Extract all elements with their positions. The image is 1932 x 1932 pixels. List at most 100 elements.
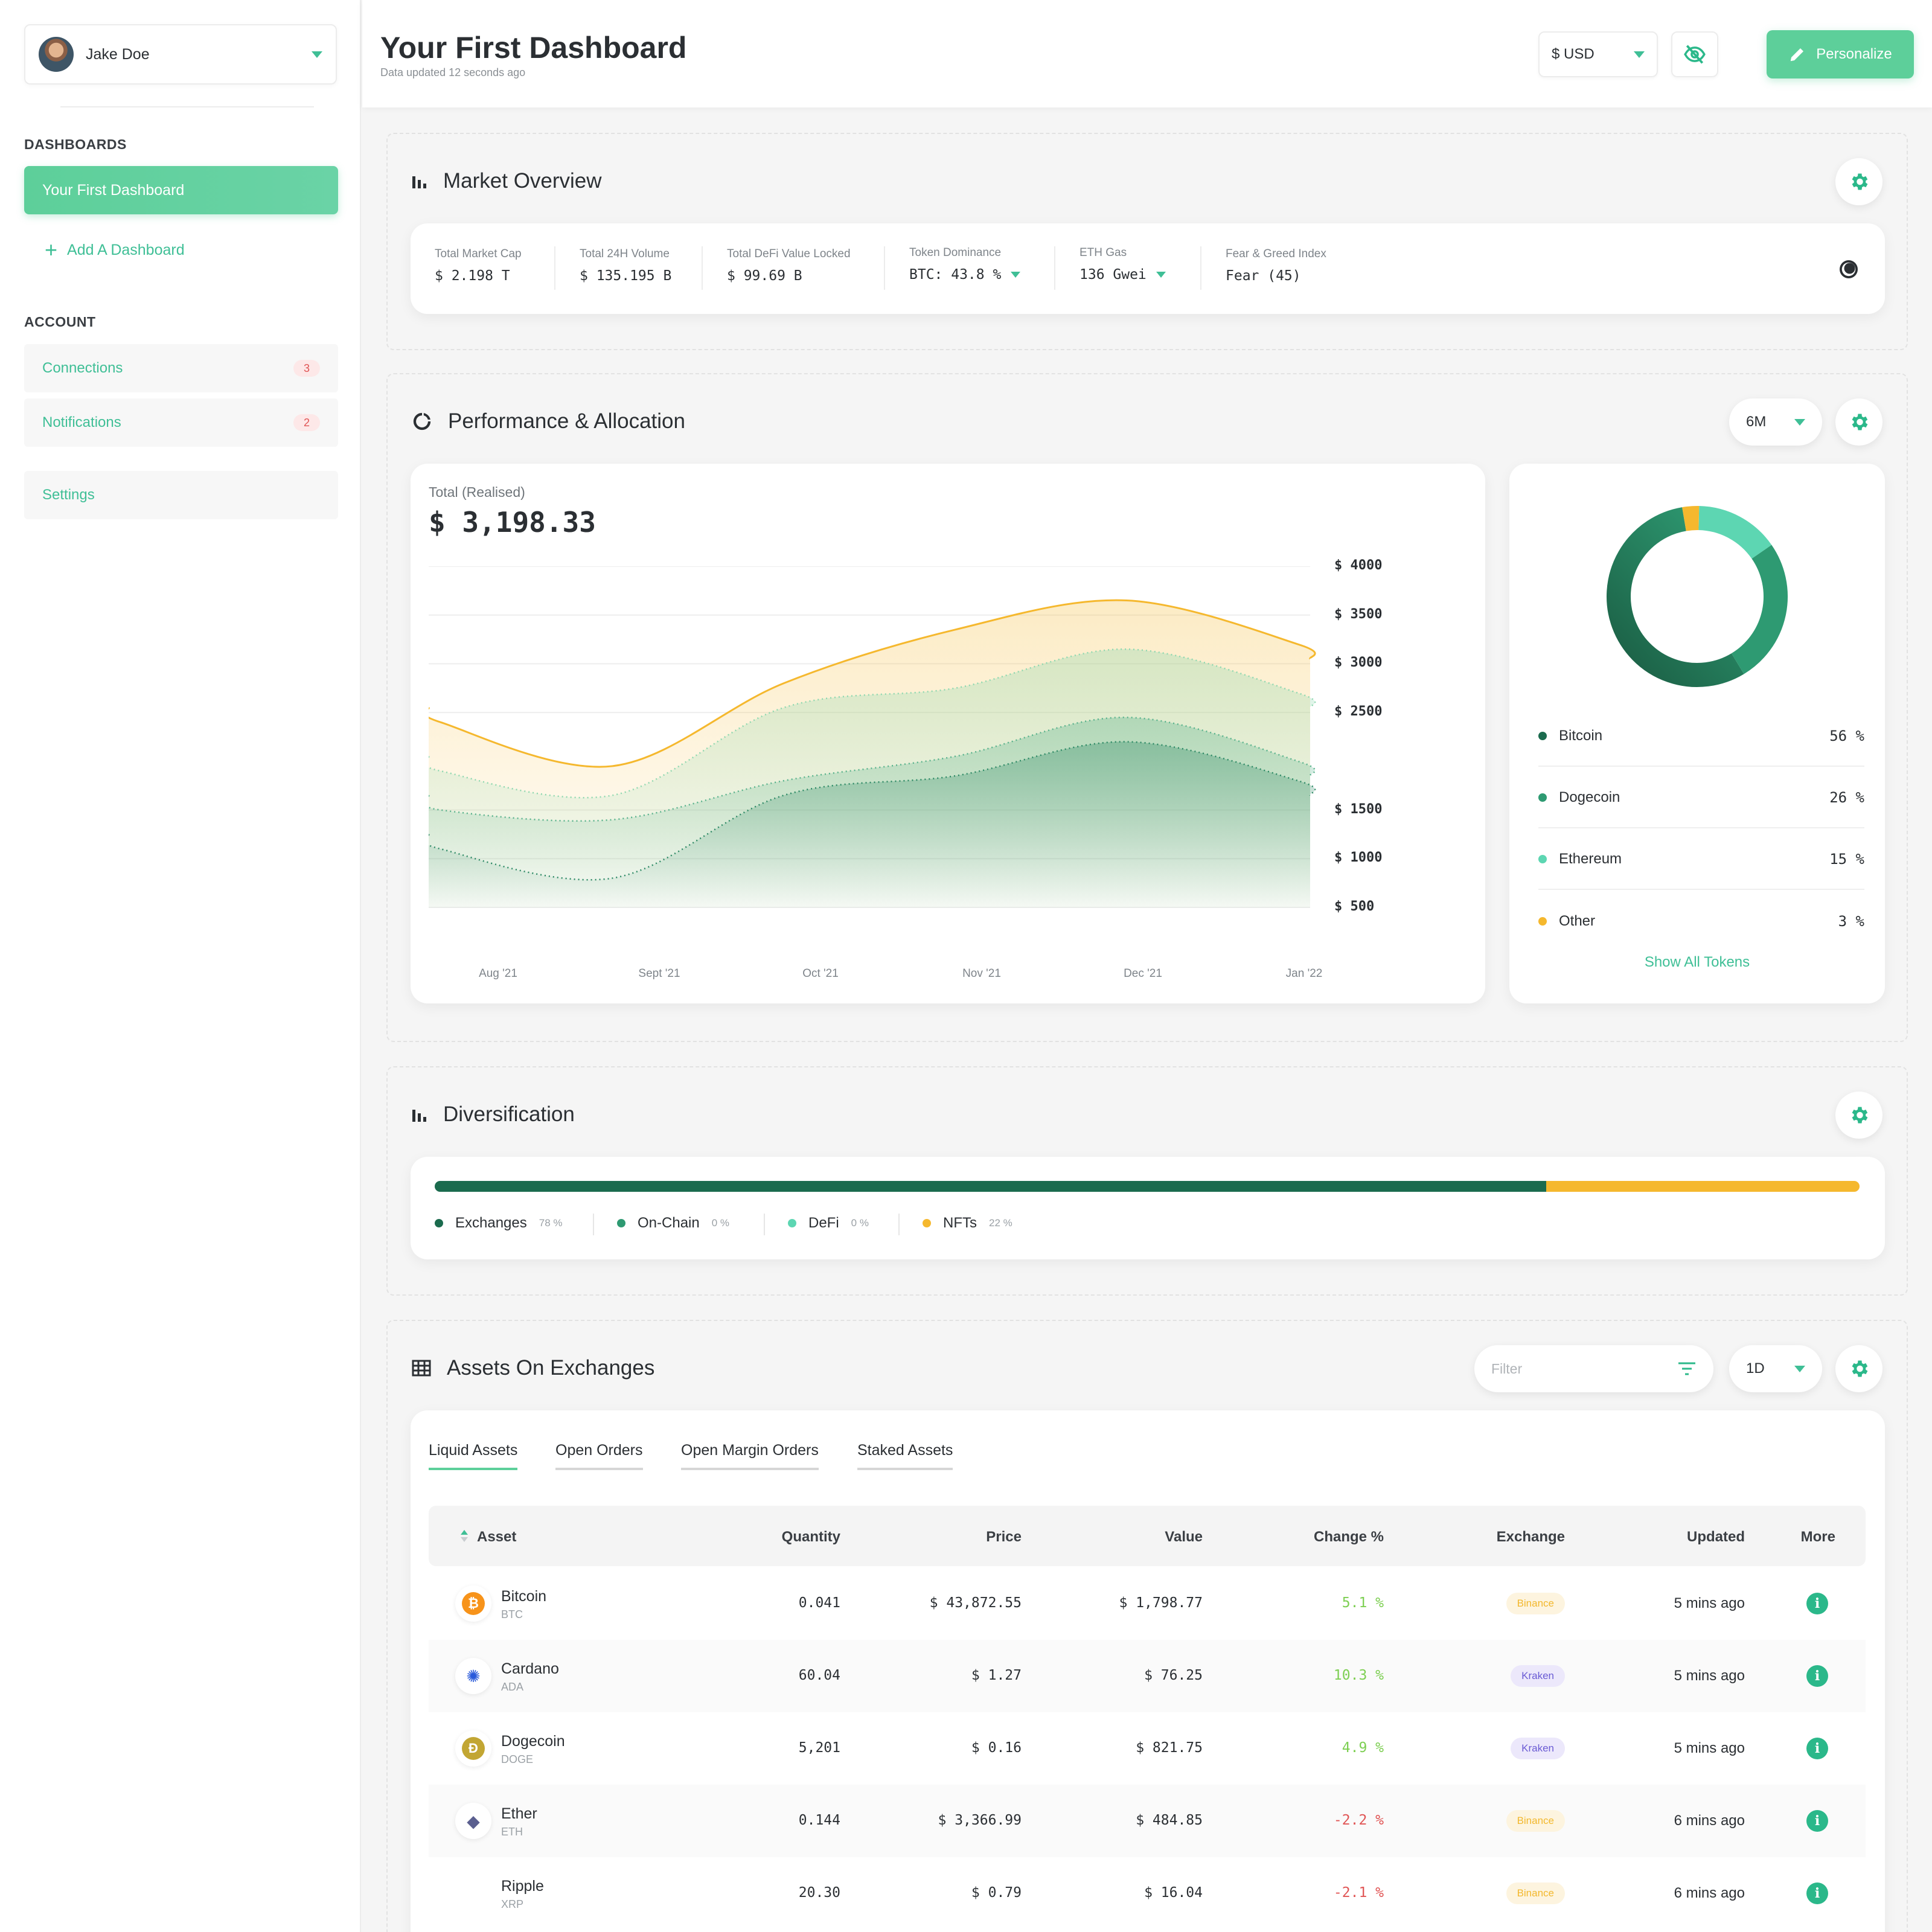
eye-off-icon xyxy=(1684,45,1706,64)
legend-percent: 0 % xyxy=(851,1217,869,1229)
exchange-badge: Binance xyxy=(1506,1882,1565,1904)
x-tick-label: Sept '21 xyxy=(638,967,680,980)
chevron-down-icon xyxy=(1156,272,1166,278)
column-quantity[interactable]: Quantity xyxy=(782,1529,840,1546)
tab-open-margin-orders[interactable]: Open Margin Orders xyxy=(681,1442,819,1470)
sidebar-item-your-first-dashboard[interactable]: Your First Dashboard xyxy=(24,166,338,214)
allocation-row[interactable]: Dogecoin 26 % xyxy=(1538,768,1864,828)
allocation-card: Bitcoin 56 % Dogecoin 26 % Ethereum 15 % Other… xyxy=(1509,464,1885,1003)
token-dominance[interactable]: Token Dominance BTC: 43.8 % xyxy=(909,246,1021,283)
divider xyxy=(884,246,885,290)
assets-period-select[interactable]: 1D xyxy=(1729,1345,1822,1392)
divider xyxy=(554,246,555,290)
info-icon[interactable]: i xyxy=(1806,1593,1828,1614)
y-tick-label: $ 500 xyxy=(1334,899,1375,914)
allocation-row[interactable]: Bitcoin 56 % xyxy=(1538,706,1864,767)
sidebar-item-notifications[interactable]: Notifications 2 xyxy=(24,398,338,447)
info-icon[interactable]: i xyxy=(1806,1738,1828,1759)
dashboards-heading: DASHBOARDS xyxy=(24,136,127,152)
asset-updated: 6 mins ago xyxy=(1674,1812,1745,1829)
diversification-section: Diversification Exchanges 78 % On-Chain 0 %… xyxy=(386,1066,1908,1296)
gear-icon xyxy=(1852,1360,1868,1377)
x-tick-label: Oct '21 xyxy=(802,967,839,980)
y-tick-label: $ 4000 xyxy=(1334,558,1383,573)
sidebar-item-settings[interactable]: Settings xyxy=(24,471,338,519)
metric-value: $ 99.69 B xyxy=(727,268,802,284)
column-value[interactable]: Value xyxy=(1165,1529,1203,1546)
asset-updated: 5 mins ago xyxy=(1674,1668,1745,1684)
eth-gas[interactable]: ETH Gas 136 Gwei xyxy=(1080,246,1166,283)
column-price[interactable]: Price xyxy=(986,1529,1022,1546)
exchange-badge: Kraken xyxy=(1511,1665,1565,1687)
legend-dot xyxy=(1538,793,1547,802)
token-dominance-select[interactable]: BTC: 43.8 % xyxy=(909,267,1021,283)
tab-liquid-assets[interactable]: Liquid Assets xyxy=(429,1442,518,1470)
divider xyxy=(764,1214,765,1235)
period-select[interactable]: 6M xyxy=(1729,398,1822,446)
pencil-icon xyxy=(1791,48,1804,62)
total-market-cap: Total Market Cap $ 2.198 T xyxy=(435,248,522,284)
column-exchange[interactable]: Exchange xyxy=(1497,1529,1565,1546)
sort-icon[interactable] xyxy=(460,1529,469,1543)
fear-greed-index: Fear & Greed Index Fear (45) xyxy=(1226,248,1326,284)
dogecoin-icon: Ð xyxy=(455,1730,491,1767)
diversification-title: Diversification xyxy=(443,1102,575,1126)
header: Your First Dashboard Data updated 12 sec… xyxy=(362,0,1932,107)
gear-icon xyxy=(1852,173,1868,190)
chevron-down-icon xyxy=(1794,1365,1805,1372)
info-icon[interactable]: i xyxy=(1806,1810,1828,1832)
asset-symbol: DOGE xyxy=(501,1753,534,1765)
metric-value: $ 135.195 B xyxy=(580,268,672,284)
page-title: Your First Dashboard xyxy=(380,31,687,65)
column-asset[interactable]: Asset xyxy=(477,1529,516,1546)
table-row[interactable]: Ð Dogecoin DOGE 5,201 $ 0.16 $ 821.75 4.9 % Kra… xyxy=(429,1712,1866,1785)
token-name: Ethereum xyxy=(1559,851,1622,867)
asset-quantity: 20.30 xyxy=(798,1885,840,1901)
column-change[interactable]: Change % xyxy=(1314,1529,1384,1546)
performance-settings-button[interactable] xyxy=(1835,398,1882,446)
diversification-settings-button[interactable] xyxy=(1835,1092,1882,1139)
market-overview-card: Total Market Cap $ 2.198 T Total 24H Vol… xyxy=(411,223,1885,314)
allocation-donut-chart xyxy=(1607,506,1788,687)
asset-price: $ 0.16 xyxy=(971,1740,1022,1756)
info-icon[interactable]: i xyxy=(1806,1665,1828,1687)
table-row[interactable]: Ripple XRP 20.30 $ 0.79 $ 16.04 -2.1 % Binance… xyxy=(429,1857,1866,1930)
allocation-row[interactable]: Ethereum 15 % xyxy=(1538,830,1864,890)
market-overview-settings-button[interactable] xyxy=(1835,158,1882,205)
currency-select[interactable]: $ USD xyxy=(1538,31,1658,77)
bar-chart-icon xyxy=(412,1110,426,1122)
column-updated[interactable]: Updated xyxy=(1687,1529,1745,1546)
divider xyxy=(702,246,703,290)
y-tick-label: $ 1500 xyxy=(1334,801,1383,817)
sidebar-item-label: Notifications xyxy=(42,414,121,430)
legend-item: Exchanges 78 % xyxy=(435,1215,563,1232)
info-icon[interactable]: i xyxy=(1806,1882,1828,1904)
asset-price: $ 43,872.55 xyxy=(929,1595,1022,1611)
donut-slice-other xyxy=(1682,506,1700,531)
palette-icon[interactable] xyxy=(1838,258,1860,280)
tab-staked-assets[interactable]: Staked Assets xyxy=(857,1442,953,1470)
table-row[interactable]: ◆ Ether ETH 0.144 $ 3,366.99 $ 484.85 -2.2 % Bi… xyxy=(429,1785,1866,1857)
tab-open-orders[interactable]: Open Orders xyxy=(555,1442,643,1470)
add-dashboard-button[interactable]: + Add A Dashboard xyxy=(45,239,185,261)
market-overview-title: Market Overview xyxy=(443,169,602,193)
hide-values-button[interactable] xyxy=(1671,31,1718,77)
assets-settings-button[interactable] xyxy=(1835,1345,1882,1392)
table-header: Asset Quantity Price Value Change % Exch… xyxy=(429,1506,1866,1566)
period-value: 1D xyxy=(1746,1360,1765,1377)
account-heading: ACCOUNT xyxy=(24,314,96,330)
connections-count-badge: 3 xyxy=(293,360,320,377)
exchange-badge: Binance xyxy=(1506,1810,1565,1832)
table-row[interactable]: ✺ Cardano ADA 60.04 $ 1.27 $ 76.25 10.3 % Krake… xyxy=(429,1640,1866,1712)
eth-gas-select[interactable]: 136 Gwei xyxy=(1080,267,1166,283)
table-row[interactable]: ₿ Bitcoin BTC 0.041 $ 43,872.55 $ 1,798.77 5.1… xyxy=(429,1567,1866,1640)
allocation-row[interactable]: Other 3 % xyxy=(1538,891,1864,952)
y-tick-label: $ 2500 xyxy=(1334,704,1383,720)
show-all-tokens-link[interactable]: Show All Tokens xyxy=(1509,954,1885,971)
filter-input[interactable]: Filter xyxy=(1474,1345,1713,1392)
user-menu[interactable]: Jake Doe xyxy=(24,24,337,85)
legend-label: Exchanges xyxy=(455,1215,527,1231)
personalize-button[interactable]: Personalize xyxy=(1767,30,1914,78)
personalize-label: Personalize xyxy=(1816,46,1892,62)
sidebar-item-connections[interactable]: Connections 3 xyxy=(24,344,338,392)
